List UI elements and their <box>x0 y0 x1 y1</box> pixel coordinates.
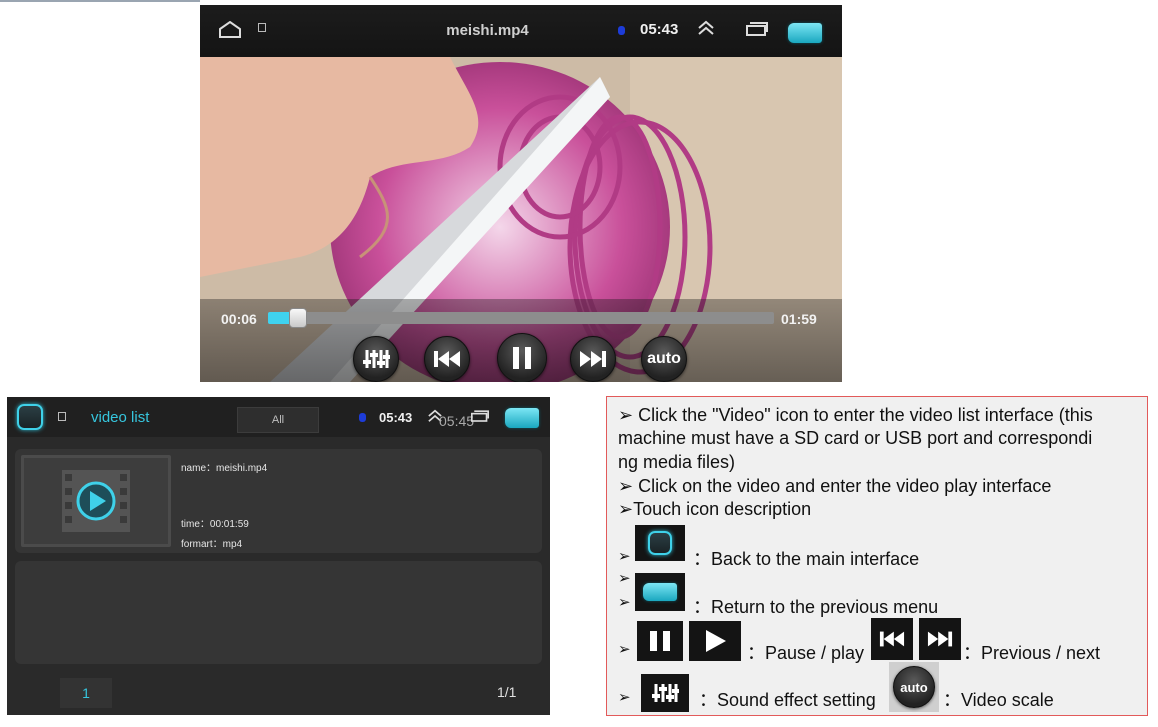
empty-list-slot <box>15 561 542 664</box>
overlay-time: 05:45 <box>439 413 475 429</box>
play-icon-sample <box>689 621 741 661</box>
bullet-arrow: ➢ <box>618 594 631 611</box>
video-format: formart：mp4 <box>181 539 243 550</box>
recent-apps-icon[interactable] <box>746 22 768 37</box>
page-button[interactable]: 1 <box>60 678 112 708</box>
return-prev-desc: ：Return to the previous menu <box>693 597 939 617</box>
bullet-arrow: ➢ <box>618 570 631 587</box>
next-icon-sample <box>919 618 961 660</box>
status-bar: meishi.mp4 05:43 <box>200 5 842 57</box>
previous-icon-sample <box>871 618 913 660</box>
video-list-screen: video list All 05:43 05:45 name：meishi.m… <box>7 397 550 715</box>
auto-icon: auto <box>893 666 935 708</box>
next-icon <box>580 351 606 367</box>
video-scale-icon-sample: auto <box>889 662 939 712</box>
pause-play-desc: ：Pause / play <box>747 643 865 663</box>
next-icon <box>927 631 953 647</box>
pause-icon-sample <box>637 621 683 661</box>
duration-time: 01:59 <box>781 311 817 327</box>
seek-bar[interactable] <box>268 308 774 328</box>
bluetooth-icon <box>618 26 625 35</box>
sound-setting-desc: ：Sound effect setting <box>699 690 876 710</box>
filter-all-button[interactable]: All <box>237 407 319 433</box>
top-rule <box>0 0 200 2</box>
recent-apps-icon[interactable] <box>471 410 489 423</box>
video-scale-desc: ：Video scale <box>943 690 1054 710</box>
back-icon <box>643 583 677 601</box>
note-line-1: ➢ Click the "Video" icon to enter the vi… <box>618 405 1093 425</box>
status-time: 05:43 <box>640 21 679 38</box>
video-duration: time：00:01:59 <box>181 519 249 530</box>
seek-handle[interactable] <box>289 308 308 328</box>
video-scale-button[interactable]: auto <box>641 336 687 382</box>
equalizer-icon <box>363 350 390 368</box>
note-line-3: ➢Touch icon description <box>618 499 812 519</box>
video-title: meishi.mp4 <box>446 22 529 39</box>
bullet-arrow: ➢ <box>618 641 631 658</box>
previous-icon <box>434 351 460 367</box>
previous-button[interactable] <box>424 336 470 382</box>
home-icon[interactable] <box>17 404 43 430</box>
equalizer-button[interactable] <box>353 336 399 382</box>
home-icon[interactable] <box>218 21 242 38</box>
note-line-1-end: ng media files) <box>618 452 736 472</box>
back-icon-sample <box>635 573 685 611</box>
play-icon <box>706 630 726 652</box>
previous-icon <box>879 631 905 647</box>
pause-icon <box>650 631 670 651</box>
bluetooth-icon <box>359 413 366 422</box>
home-icon <box>648 531 672 555</box>
sd-card-icon <box>58 412 66 421</box>
instructions-box: ➢ Click the "Video" icon to enter the vi… <box>606 396 1148 716</box>
current-time: 00:06 <box>221 311 257 327</box>
note-line-1-cont: machine must have a SD card or USB port … <box>618 428 1093 448</box>
list-footer: 1 1/1 <box>7 670 550 715</box>
video-name: name：meishi.mp4 <box>181 463 268 474</box>
equalizer-icon <box>652 684 679 702</box>
pause-icon <box>513 347 531 369</box>
status-time: 05:43 <box>379 410 413 425</box>
back-icon[interactable] <box>788 23 822 43</box>
home-icon-sample <box>635 525 685 561</box>
double-chevron-up-icon[interactable] <box>697 20 715 36</box>
video-list-item[interactable]: name：meishi.mp4 time：00:01:59 formart：mp… <box>15 449 542 553</box>
video-list-title: video list <box>91 409 150 426</box>
bullet-arrow: ➢ <box>618 689 631 706</box>
note-line-2: ➢ Click on the video and enter the video… <box>618 476 1052 496</box>
back-icon[interactable] <box>505 408 539 428</box>
prev-next-desc: ：Previous / next <box>963 643 1101 663</box>
next-button[interactable] <box>570 336 616 382</box>
video-player[interactable]: meishi.mp4 05:43 00:06 01:59 auto <box>200 5 842 382</box>
sd-card-icon <box>258 23 266 32</box>
film-play-icon <box>62 470 130 532</box>
pause-button[interactable] <box>497 333 547 382</box>
list-status-bar: video list All 05:43 05:45 <box>7 397 550 437</box>
equalizer-icon-sample <box>641 674 689 712</box>
playback-controls: 00:06 01:59 auto <box>200 299 842 382</box>
back-main-desc: ：Back to the main interface <box>693 549 920 569</box>
video-thumbnail <box>21 455 171 547</box>
page-count: 1/1 <box>497 684 517 700</box>
bullet-arrow: ➢ <box>618 548 631 565</box>
